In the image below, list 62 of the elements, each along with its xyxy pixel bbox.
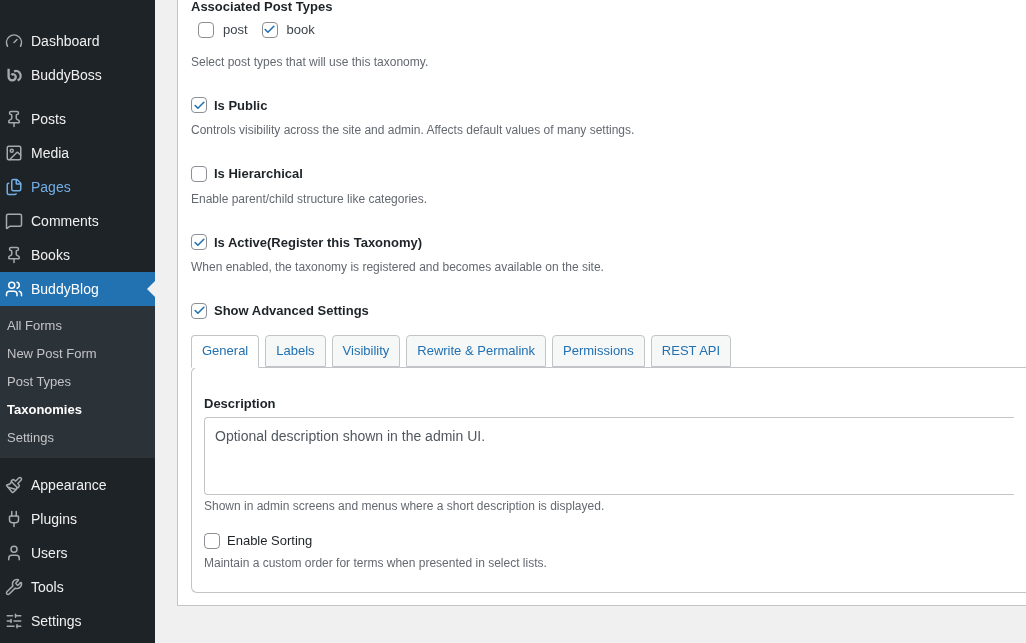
tab[interactable]: Permissions	[552, 334, 645, 367]
tab[interactable]: Visibility	[331, 334, 401, 367]
checkbox-label: Show Advanced Settings	[214, 302, 369, 320]
pages-icon	[5, 178, 23, 196]
menu-item[interactable]: Plugins	[0, 502, 155, 536]
submenu-item[interactable]: Taxonomies	[0, 396, 155, 424]
checkbox[interactable]	[261, 21, 278, 38]
description-field[interactable]: Optional description shown in the admin UI.	[204, 417, 1014, 495]
checkbox[interactable]	[191, 302, 207, 319]
help-text: Controls visibility across the site and admin. Affects default values of many settings.	[191, 122, 636, 139]
menu-item[interactable]: Tools	[0, 570, 155, 604]
menu-item[interactable]: Comments	[0, 204, 155, 238]
submenu-item[interactable]: All Forms	[0, 312, 155, 340]
checkbox[interactable]	[191, 234, 207, 251]
paintbrush-icon	[5, 476, 23, 494]
help-text: Select post types that will use this taxonomy.	[191, 53, 430, 71]
people-icon	[5, 280, 23, 298]
current-pointer-icon	[147, 281, 155, 297]
menu-item[interactable]: BuddyBoss	[0, 58, 155, 92]
help-text: When enabled, the taxonomy is registered and becomes available on the site.	[191, 259, 605, 276]
checkbox[interactable]	[191, 97, 207, 114]
wrench-icon	[5, 578, 23, 596]
pin-icon	[5, 110, 23, 128]
section-heading: Associated Post Types	[191, 0, 334, 14]
pin-icon	[5, 246, 23, 264]
settings-icon	[5, 612, 23, 630]
checkbox-label: post	[223, 21, 248, 39]
media-icon	[5, 144, 23, 162]
comment-icon	[5, 212, 23, 230]
checkbox-label: Enable Sorting	[227, 532, 313, 550]
checkbox[interactable]	[198, 21, 214, 38]
check-icon	[192, 235, 206, 249]
menu-item[interactable]: Users	[0, 536, 155, 570]
menu-item[interactable]: Posts	[0, 102, 155, 136]
help-text: Enable parent/child structure like categories.	[191, 190, 429, 208]
dashboard-icon	[5, 32, 23, 50]
tab[interactable]: Labels	[265, 334, 326, 367]
checkbox-label: Is Active(Register this Taxonomy)	[214, 233, 423, 252]
menu-item[interactable]: BuddyBlog	[0, 272, 155, 306]
checkbox-label: book	[286, 21, 315, 39]
help-text: Shown in admin screens and menus where a short description is displayed.	[204, 498, 606, 515]
tab[interactable]: Rewrite & Permalink	[406, 334, 547, 367]
user-icon	[5, 544, 23, 562]
checkbox[interactable]	[204, 532, 220, 549]
logo-icon	[5, 66, 23, 84]
checkbox-label: Is Public	[214, 96, 268, 115]
menu-item[interactable]: Appearance	[0, 468, 155, 502]
field-label: Description	[204, 394, 277, 413]
submenu-item[interactable]: Post Types	[0, 368, 155, 396]
menu-item[interactable]: Media	[0, 136, 155, 170]
menu-item[interactable]: Dashboard	[0, 24, 155, 58]
menu-item[interactable]: Settings	[0, 604, 155, 638]
tab[interactable]: REST API	[650, 334, 732, 367]
tab[interactable]: General	[191, 334, 260, 368]
menu-item[interactable]: Books	[0, 238, 155, 272]
help-text: Maintain a custom order for terms when presented in select lists.	[204, 554, 548, 572]
submenu-item[interactable]: New Post Form	[0, 340, 155, 368]
checkbox[interactable]	[191, 165, 207, 182]
checkbox-label: Is Hierarchical	[214, 165, 303, 183]
check-icon	[192, 98, 206, 112]
menu-item[interactable]: Pages	[0, 170, 155, 204]
submenu-item[interactable]: Settings	[0, 424, 155, 452]
